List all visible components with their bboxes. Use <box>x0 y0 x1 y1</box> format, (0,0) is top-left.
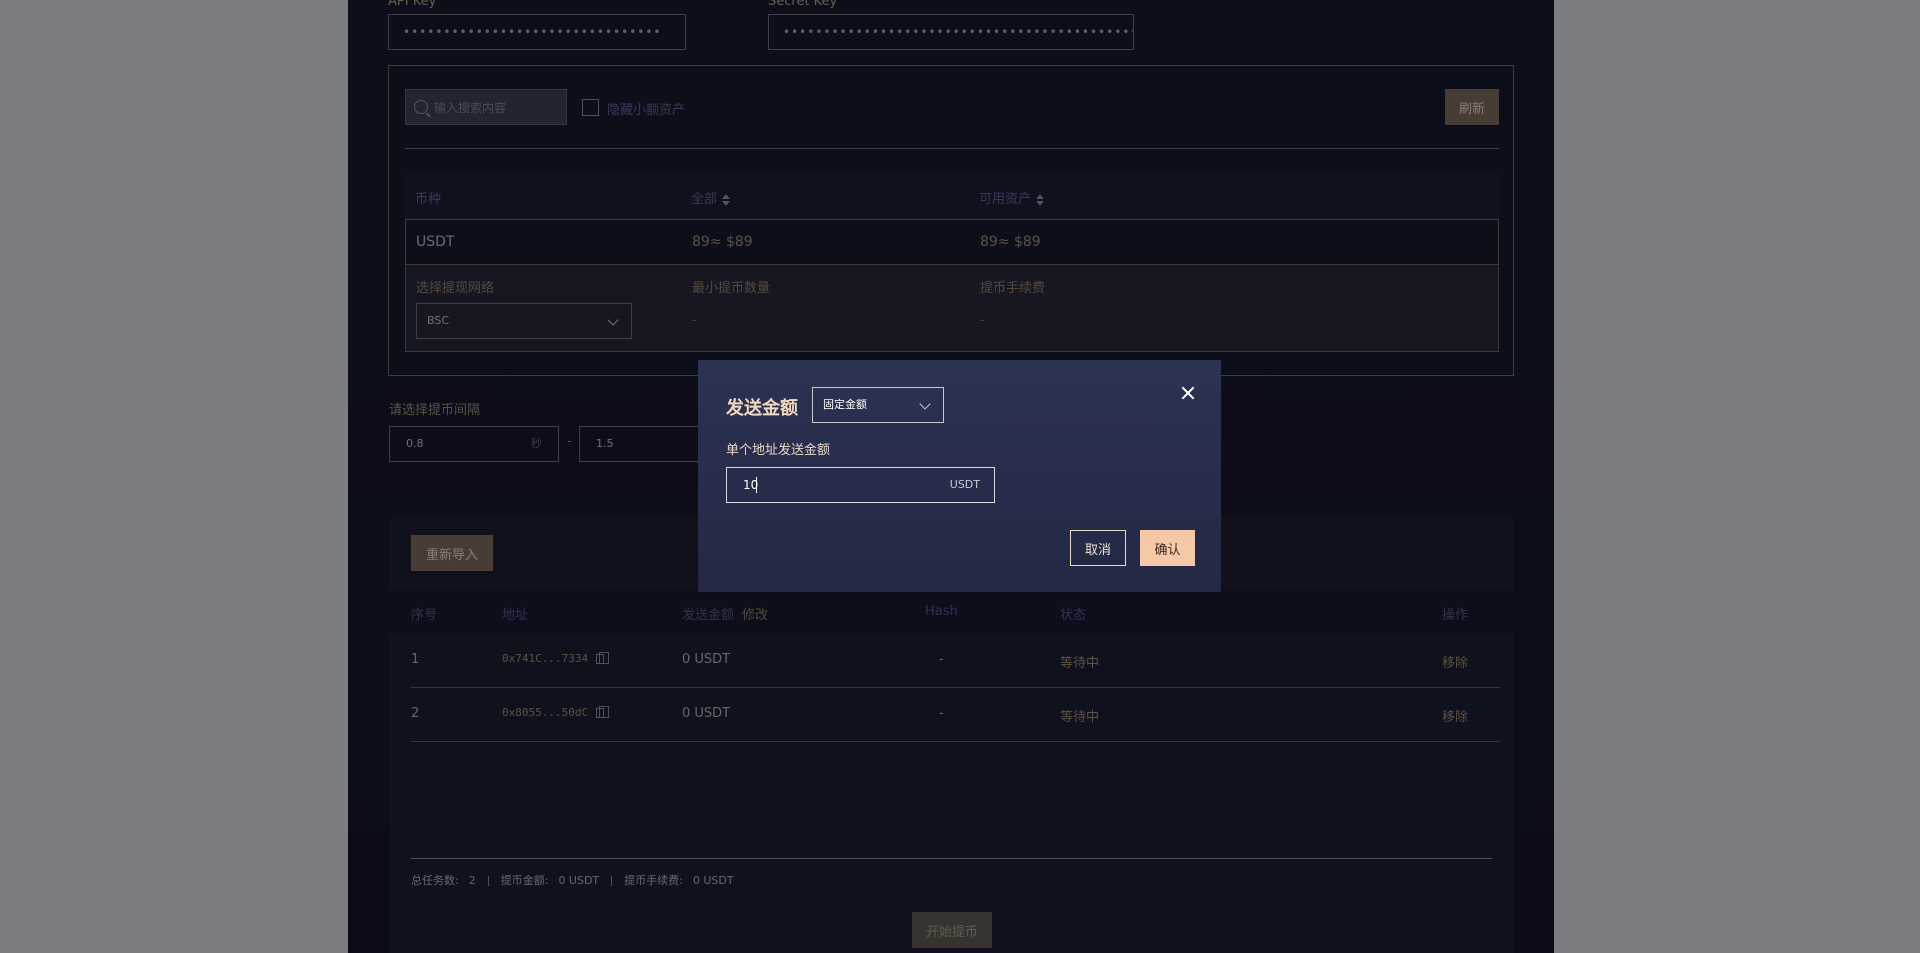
fee-value: - <box>980 313 985 327</box>
network-label: 选择提现网络 <box>416 281 495 296</box>
asset-table-header: 币种 全部 可用资产 <box>405 174 1499 220</box>
close-icon[interactable] <box>1181 386 1195 400</box>
col-address: 地址 <box>502 608 529 623</box>
amount-label: 单个地址发送金额 <box>726 443 831 458</box>
row-address: 0x741C...7334 <box>502 652 610 665</box>
col-available-label: 可用资产 <box>979 192 1032 207</box>
interval-min-value: 0.8 <box>406 437 424 450</box>
confirm-button[interactable]: 确认 <box>1140 530 1195 566</box>
interval-min-input[interactable]: 0.8 秒 <box>389 426 559 462</box>
row-hash: - <box>939 652 944 667</box>
footer-divider <box>411 858 1492 859</box>
network-select[interactable]: BSC <box>416 303 632 339</box>
total-tasks-label: 总任务数: <box>411 874 459 887</box>
col-amount-label: 发送金额 <box>682 608 735 623</box>
copy-icon[interactable] <box>596 652 610 664</box>
search-placeholder: 输入搜索内容 <box>434 100 507 115</box>
asset-coin: USDT <box>416 234 455 250</box>
withdraw-fee-label: 提币手续费: <box>624 874 683 887</box>
asset-search[interactable]: 输入搜索内容 <box>405 89 567 125</box>
edit-amount-link[interactable]: 修改 <box>742 608 768 623</box>
remove-link[interactable]: 移除 <box>1442 706 1468 725</box>
asset-total: 89≈ $89 <box>692 234 753 250</box>
hide-small-checkbox[interactable] <box>582 99 599 116</box>
col-hash: Hash <box>925 604 958 619</box>
row-amount: 0 USDT <box>682 706 731 721</box>
address-text: 0x8055...50dC <box>502 706 589 719</box>
amount-mode-select[interactable]: 固定金额 <box>812 387 944 423</box>
secret-key-input[interactable]: ••••••••••••••••••••••••••••••••••••••••… <box>768 14 1134 50</box>
row-address: 0x8055...50dC <box>502 706 610 719</box>
asset-panel: 输入搜索内容 隐藏小额资产 刷新 币种 全部 可用资产 USDT 89≈ $89… <box>388 65 1514 376</box>
fee-label: 提币手续费 <box>980 281 1046 296</box>
send-amount-dialog: 发送金额 固定金额 单个地址发送金额 10 USDT 取消 确认 <box>698 360 1221 592</box>
api-key-input[interactable]: •••••••••••••••••••••••••••••••• <box>388 14 686 50</box>
col-available[interactable]: 可用资产 <box>979 188 1045 207</box>
withdraw-fee-value: 0 USDT <box>692 874 734 887</box>
chevron-down-icon <box>919 398 931 410</box>
table-row: 1 0x741C...7334 0 USDT - 等待中 移除 <box>411 634 1500 688</box>
row-hash: - <box>939 706 944 721</box>
search-icon <box>414 100 428 114</box>
col-coin: 币种 <box>415 192 442 207</box>
asset-row-usdt[interactable]: USDT 89≈ $89 89≈ $89 <box>405 219 1499 265</box>
chevron-down-icon <box>607 314 619 326</box>
col-status: 状态 <box>1060 608 1087 623</box>
withdraw-amount-value: 0 USDT <box>558 874 600 887</box>
col-action: 操作 <box>1442 608 1469 623</box>
row-status: 等待中 <box>1060 656 1100 671</box>
withdraw-amount-label: 提币金额: <box>500 874 549 887</box>
row-amount: 0 USDT <box>682 652 731 667</box>
divider <box>405 148 1499 149</box>
row-status: 等待中 <box>1060 710 1100 725</box>
remove-link[interactable]: 移除 <box>1442 652 1468 671</box>
interval-label: 请选择提币间隔 <box>389 403 481 418</box>
cancel-button[interactable]: 取消 <box>1070 530 1126 566</box>
sort-icon[interactable] <box>1036 193 1045 206</box>
sort-icon[interactable] <box>722 193 731 206</box>
secret-key-label: Secret Key <box>768 0 838 9</box>
reimport-button[interactable]: 重新导入 <box>411 535 493 571</box>
col-amount: 发送金额 修改 <box>682 604 768 623</box>
copy-icon[interactable] <box>596 706 610 718</box>
asset-detail: 选择提现网络 最小提币数量 提币手续费 BSC - - <box>405 264 1499 352</box>
address-text: 0x741C...7334 <box>502 652 589 665</box>
interval-dash: - <box>567 434 572 449</box>
text-caret <box>756 477 757 493</box>
col-no: 序号 <box>411 608 438 623</box>
min-amount-label: 最小提币数量 <box>692 281 771 296</box>
network-value: BSC <box>427 314 450 327</box>
row-no: 1 <box>411 652 420 667</box>
amount-input[interactable]: 10 USDT <box>726 467 995 503</box>
dialog-title: 发送金额 <box>726 398 798 419</box>
table-row: 2 0x8055...50dC 0 USDT - 等待中 移除 <box>411 688 1500 742</box>
api-key-label: API Key <box>388 0 437 9</box>
interval-max-value: 1.5 <box>596 437 614 450</box>
col-total-label: 全部 <box>691 192 718 207</box>
task-table-header: 序号 地址 发送金额 修改 Hash 状态 操作 <box>389 590 1514 634</box>
refresh-button[interactable]: 刷新 <box>1445 89 1499 125</box>
amount-unit: USDT <box>949 478 980 491</box>
min-amount-value: - <box>692 313 697 327</box>
interval-unit: 秒 <box>531 437 542 450</box>
total-tasks-value: 2 <box>468 874 476 887</box>
col-total[interactable]: 全部 <box>691 188 731 207</box>
asset-available: 89≈ $89 <box>980 234 1041 250</box>
start-withdraw-button[interactable]: 开始提币 <box>912 912 992 948</box>
task-summary: 总任务数: 2 提币金额: 0 USDT 提币手续费: 0 USDT <box>411 872 734 888</box>
amount-mode-value: 固定金额 <box>823 398 867 411</box>
hide-small-label[interactable]: 隐藏小额资产 <box>607 99 685 118</box>
row-no: 2 <box>411 706 420 721</box>
overlay-left <box>0 0 348 953</box>
